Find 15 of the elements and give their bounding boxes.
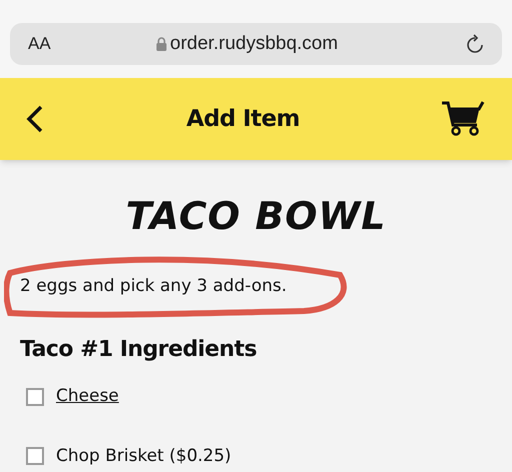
checkbox[interactable] xyxy=(26,447,44,466)
address-bar[interactable]: AA order.rudysbbq.com xyxy=(10,23,502,65)
text-size-button[interactable]: AA xyxy=(28,31,68,57)
item-title: TACO BOWL xyxy=(126,194,386,238)
back-icon[interactable] xyxy=(26,105,44,133)
page-title: Add Item xyxy=(185,104,301,134)
reload-icon[interactable] xyxy=(466,34,484,54)
option-link[interactable]: Cheese xyxy=(56,384,119,410)
checkbox[interactable] xyxy=(26,388,44,406)
cart-icon[interactable] xyxy=(442,101,486,137)
item-description: 2 eggs and pick any 3 add-ons. xyxy=(20,275,287,298)
option-label: Chop Brisket ($0.25) xyxy=(56,444,232,468)
lock-icon xyxy=(156,37,168,51)
url-text: order.rudysbbq.com xyxy=(170,32,338,56)
section-heading: Taco #1 Ingredients xyxy=(20,336,258,364)
